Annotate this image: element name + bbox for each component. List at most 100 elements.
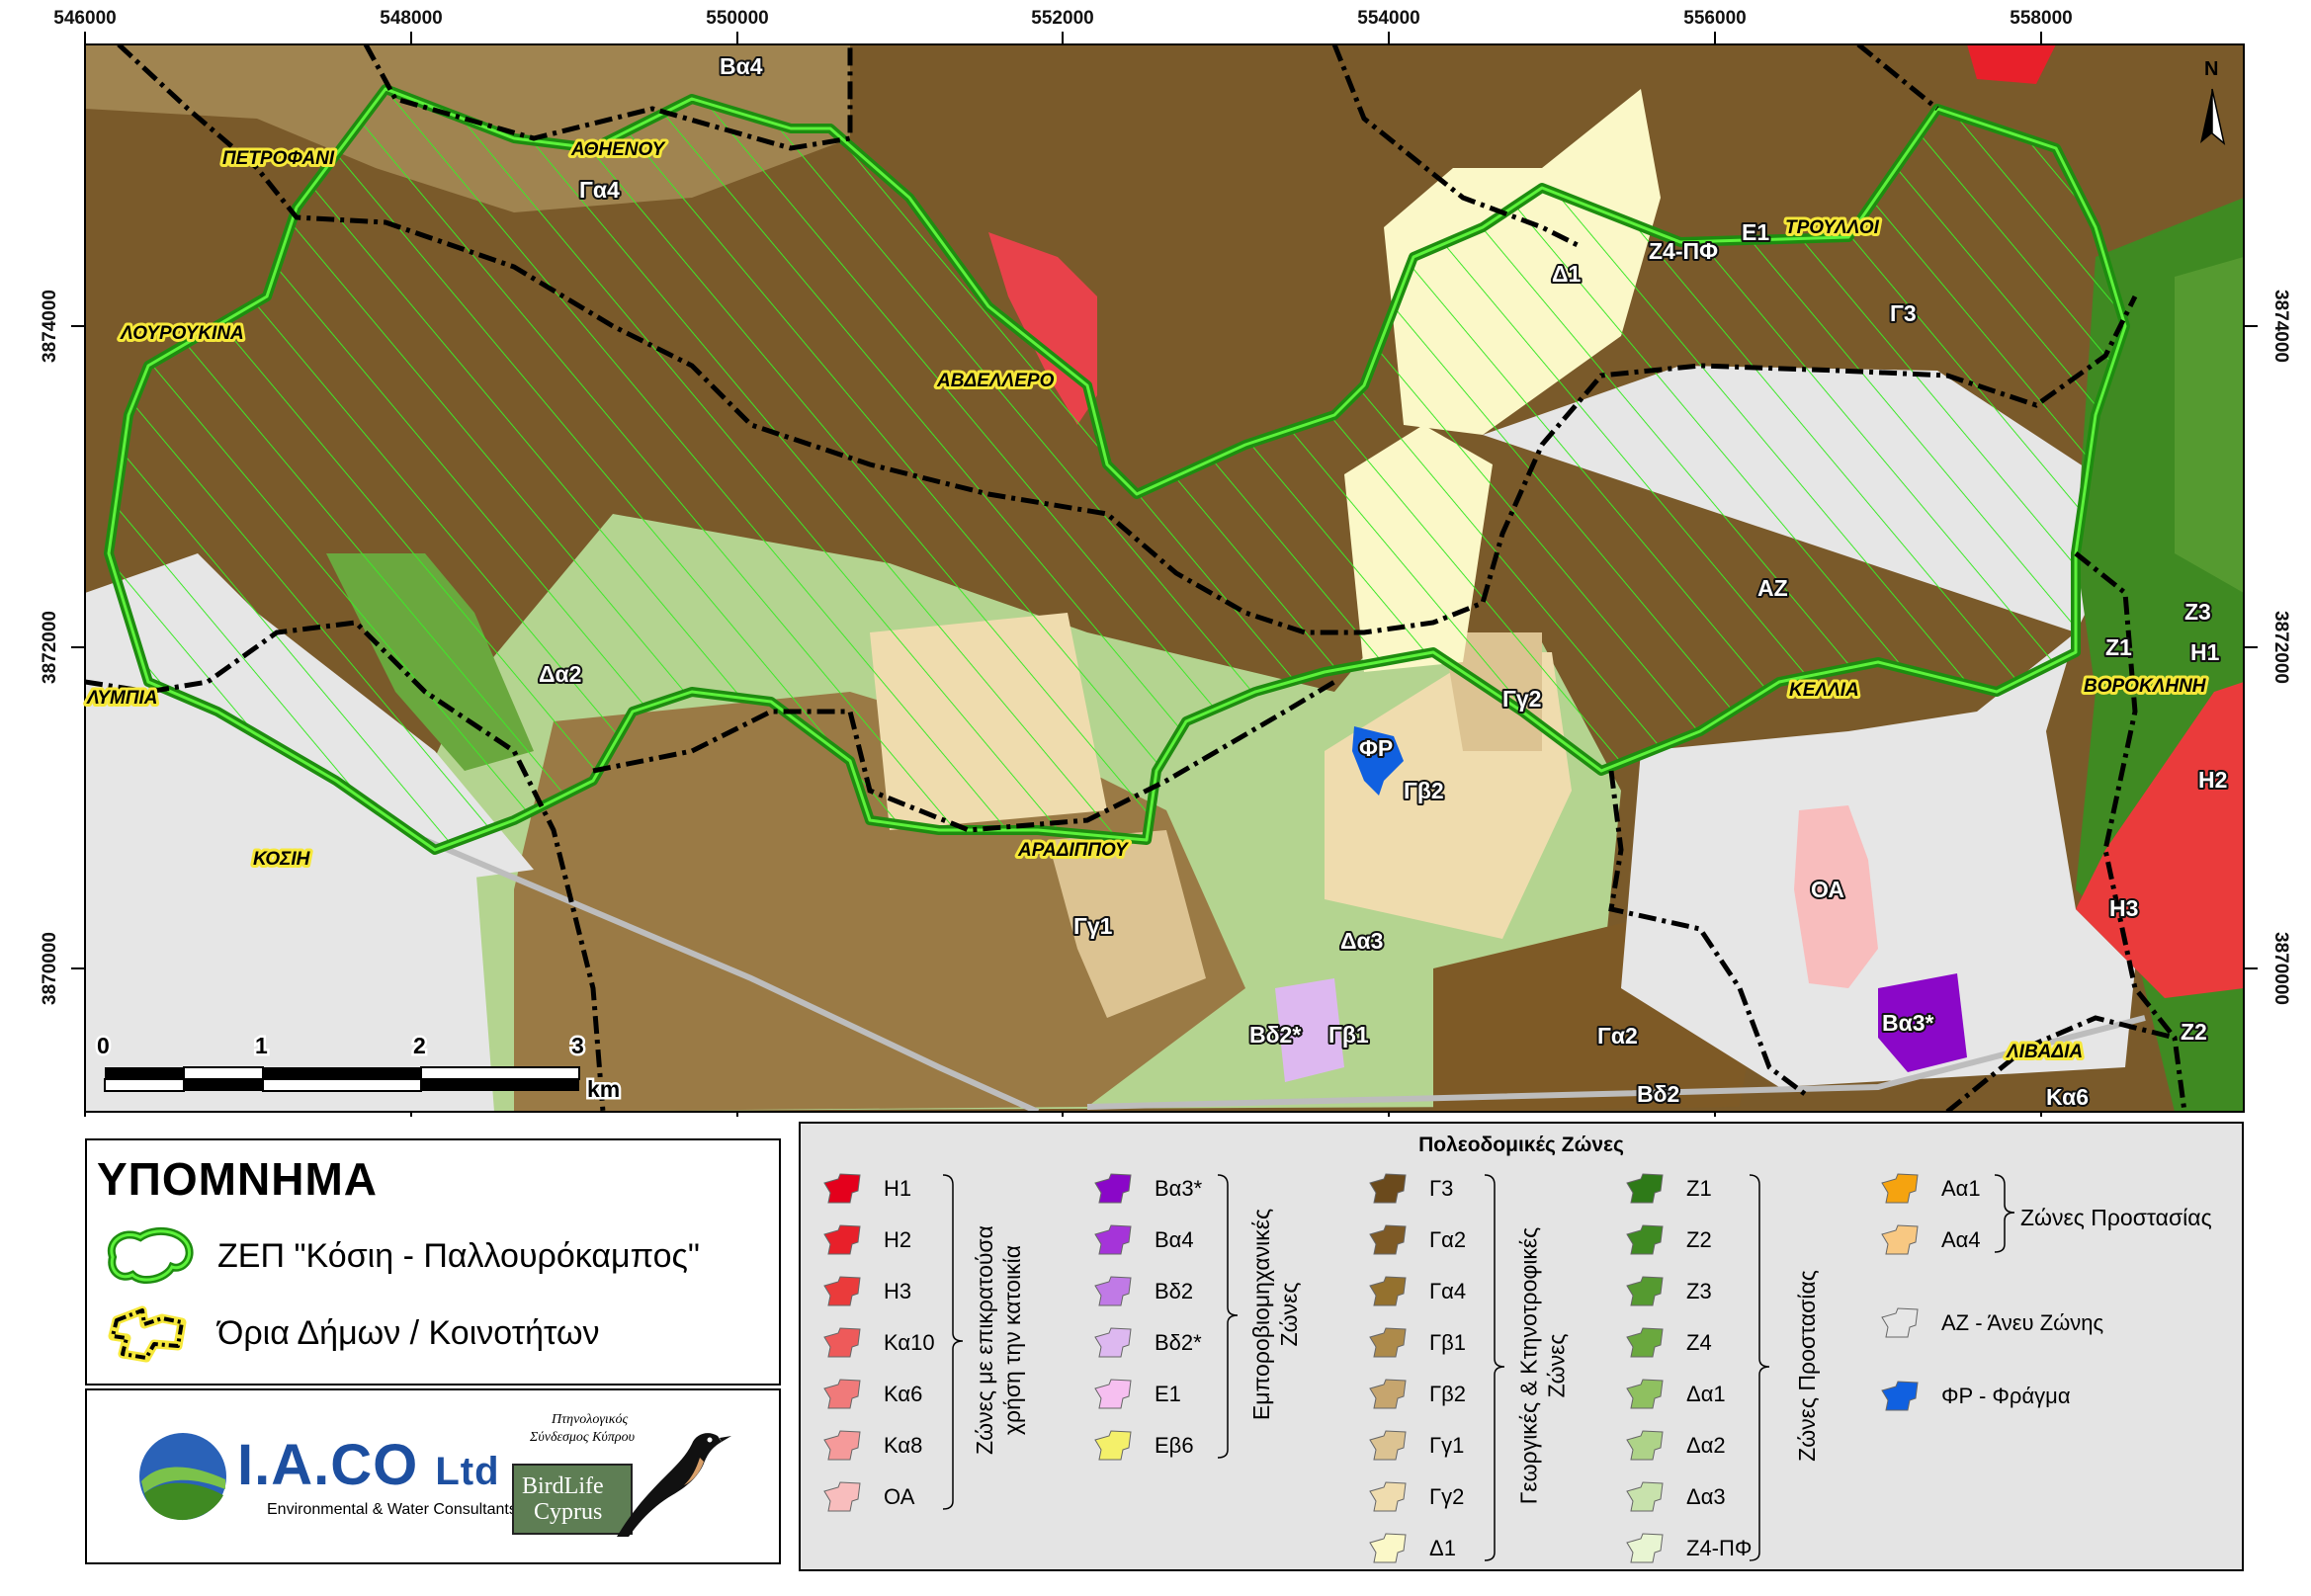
y-tick-label: 3874000	[40, 290, 60, 363]
zone-swatch-icon	[1369, 1224, 1407, 1255]
zone-swatch-icon	[1369, 1533, 1407, 1563]
group-brace	[1484, 1174, 1505, 1561]
zone-legend-label: ΦΡ - Φράγμα	[1941, 1384, 2071, 1408]
group-brace	[1749, 1174, 1770, 1561]
zone-swatch-icon	[1881, 1224, 1919, 1255]
zone-legend-item: Γγ2	[1364, 1479, 1464, 1515]
zone-legend-label: Γα4	[1429, 1279, 1467, 1303]
zone-legend-item: Η1	[818, 1171, 911, 1207]
zone-legend-item-fr: ΦΡ - Φράγμα	[1876, 1379, 2071, 1414]
zone-legend-item: Γ3	[1364, 1171, 1453, 1207]
zone-label: Ζ2	[2181, 1019, 2207, 1045]
zone-label: Δ1	[1552, 261, 1582, 287]
zone-label: Ζ1	[2105, 634, 2132, 660]
zone-legend-label: Γγ1	[1429, 1433, 1465, 1458]
zoning-map: 546000 548000 550000 552000 554000 556000 5580…	[0, 0, 2311, 1117]
zone-label: Γα2	[1597, 1023, 1638, 1049]
iaco-suffix: Ltd	[435, 1450, 500, 1493]
iaco-logo-icon	[139, 1433, 226, 1521]
zone-legend-item-az: ΑΖ - Άνευ Ζώνης	[1876, 1305, 2103, 1341]
zone-legend-item: Βα3*	[1089, 1171, 1202, 1207]
zone-legend-item: Δ1	[1364, 1531, 1456, 1566]
zone-legend-label: Δα3	[1686, 1484, 1726, 1509]
group-brace	[1217, 1174, 1239, 1459]
zone-swatch-icon	[823, 1430, 861, 1461]
zone-label: ΑΖ	[1757, 575, 1788, 601]
zone-swatch-icon	[1094, 1327, 1132, 1358]
zone-label: Βδ2	[1637, 1081, 1679, 1107]
zone-legend-item: Κα6	[818, 1377, 922, 1412]
zone-label: ΦΡ	[1359, 735, 1393, 761]
zone-legend-label: Ζ4	[1686, 1330, 1712, 1355]
y-tick-label: 3870000	[40, 932, 60, 1005]
zones-legend-title: Πολεοδομικές Ζώνες	[1418, 1134, 1624, 1156]
bird-icon	[617, 1433, 731, 1537]
zone-legend-label: Ζ2	[1686, 1227, 1712, 1252]
x-tick-label: 552000	[1031, 8, 1093, 29]
zone-legend-label: Γβ1	[1429, 1330, 1467, 1355]
zone-legend-item: Ε1	[1089, 1377, 1181, 1412]
zone-swatch-icon	[1881, 1173, 1919, 1204]
zone-swatch-icon	[1369, 1173, 1407, 1204]
iaco-tagline: Environmental & Water Consultants	[267, 1501, 517, 1518]
zone-swatch-icon	[1626, 1430, 1664, 1461]
zone-swatch-icon	[1094, 1276, 1132, 1306]
zone-swatch-icon	[1881, 1307, 1919, 1338]
zone-swatch-icon	[823, 1327, 861, 1358]
spa-symbol-icon	[107, 1226, 194, 1285]
zone-swatch-icon	[1369, 1379, 1407, 1409]
zone-legend-item: Ζ4-ΠΦ	[1621, 1531, 1752, 1566]
birdlife-name-2: Cyprus	[534, 1499, 603, 1525]
zone-legend-item: Γα2	[1364, 1222, 1466, 1258]
zone-legend-label: Η1	[884, 1176, 912, 1201]
scale-tick-2: 2	[413, 1033, 426, 1058]
zone-legend-label: Η3	[884, 1279, 912, 1303]
zone-label: Δα3	[1340, 928, 1383, 954]
zone-swatch-icon	[1626, 1379, 1664, 1409]
zone-swatch-icon	[823, 1276, 861, 1306]
zone-label: Γα4	[579, 177, 620, 203]
place-label-aradippou: ΑΡΑΔΙΠΠΟΥ	[1017, 840, 1130, 861]
zone-legend-item: Ζ1	[1621, 1171, 1712, 1207]
zone-legend-label: Δα1	[1686, 1382, 1726, 1406]
place-label-lympia: ΛΥΜΠΙΑ	[86, 688, 157, 709]
zone-legend-item: Ζ3	[1621, 1274, 1712, 1309]
zone-label: Δα2	[539, 661, 581, 687]
zone-legend-label: Κα8	[884, 1433, 923, 1458]
place-label-athienou: ΑΘΗΕΝΟΥ	[570, 139, 667, 160]
zone-legend-item: Γβ1	[1364, 1325, 1466, 1361]
zone-legend-label: Δ1	[1429, 1536, 1456, 1560]
zone-label: Η3	[2109, 895, 2138, 921]
zone-label: Γβ2	[1404, 778, 1444, 803]
zones-legend: Πολεοδομικές Ζώνες Η1 Η2 Η3 Κα10 Κα6 Κα8 ΟΑ Ζών…	[799, 1122, 2244, 1571]
zone-legend-label: Αα1	[1941, 1176, 1981, 1201]
zone-legend-label: Κα6	[884, 1382, 923, 1406]
zone-legend-item: Αα4	[1876, 1222, 1981, 1258]
zone-swatch-icon	[1369, 1276, 1407, 1306]
zone-swatch-icon	[1881, 1381, 1919, 1411]
iaco-name: I.A.CO	[237, 1433, 419, 1497]
y-tick-label: 3872000	[40, 611, 60, 684]
zone-legend-label: Κα10	[884, 1330, 935, 1355]
zone-legend-item: Βα4	[1089, 1222, 1194, 1258]
zone-legend-item: Γβ2	[1364, 1377, 1466, 1412]
zone-label: Κα6	[2046, 1084, 2089, 1110]
zone-swatch-icon	[1626, 1276, 1664, 1306]
zone-legend-item: Κα8	[818, 1428, 922, 1464]
zone-legend-item: Δα2	[1621, 1428, 1726, 1464]
zone-label: Ζ4-ΠΦ	[1649, 238, 1718, 264]
zone-label: Βα3*	[1882, 1010, 1934, 1036]
place-label-troulloi: ΤΡΟΥΛΛΟΙ	[1785, 217, 1880, 238]
zone-legend-label: ΟΑ	[884, 1484, 915, 1509]
zone-label: Η1	[2190, 639, 2220, 665]
place-label-kosi: ΚΟΣΙΗ	[253, 849, 311, 870]
logos-panel: I.A.CO Ltd Environmental & Water Consult…	[85, 1388, 781, 1564]
zone-label: ΟΑ	[1811, 877, 1844, 902]
boundary-symbol-icon	[108, 1305, 187, 1363]
legend-title: ΥΠΟΜΝΗΜΑ	[97, 1153, 378, 1205]
zone-swatch-icon	[1626, 1327, 1664, 1358]
zone-swatch-icon	[1626, 1533, 1664, 1563]
place-label-voroklini: ΒΟΡΟΚΛΗΝΗ	[2084, 676, 2207, 697]
group-label: Ζώνες Προστασίας	[1793, 1270, 1820, 1462]
zone-legend-label: Ε1	[1155, 1382, 1181, 1406]
